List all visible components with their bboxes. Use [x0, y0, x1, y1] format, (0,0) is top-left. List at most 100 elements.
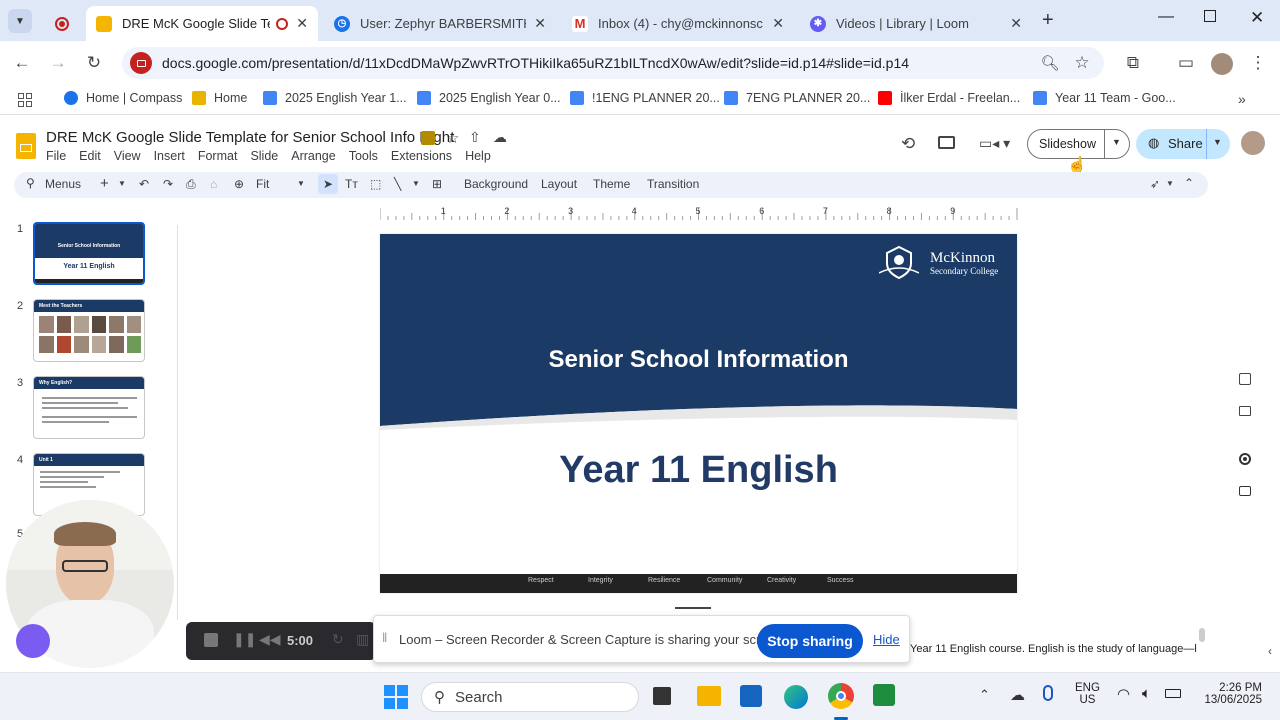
slideshow-button[interactable]: Slideshow — [1039, 137, 1096, 151]
cloud-status-icon[interactable]: ☁ — [493, 129, 507, 146]
layout-button[interactable]: Layout — [541, 177, 577, 191]
new-slide-dropdown-icon[interactable]: ▼ — [118, 179, 126, 188]
menu-slide[interactable]: Slide — [250, 149, 278, 163]
share-dropdown-icon[interactable]: ▼ — [1213, 137, 1222, 147]
more-icon[interactable]: ⋮ — [1246, 51, 1270, 75]
menu-tools[interactable]: Tools — [349, 149, 378, 163]
comments-icon[interactable] — [938, 136, 955, 149]
slide-thumbnail[interactable]: Senior School Information Year 11 Englis… — [33, 222, 145, 285]
star-icon[interactable]: ☆ — [446, 129, 459, 147]
tab-search-button[interactable]: ▼ — [8, 9, 32, 33]
language-indicator[interactable]: ENG US — [1075, 682, 1100, 706]
wifi-icon[interactable]: ◠ — [1117, 685, 1130, 703]
pen-dropdown-icon[interactable]: ▼ — [1166, 179, 1174, 188]
menu-help[interactable]: Help — [465, 149, 491, 163]
meet-icon[interactable]: ▭◂ ▾ — [979, 135, 1010, 152]
bookmark-item[interactable]: !1ENG PLANNER 20... — [570, 91, 720, 105]
profile-avatar[interactable] — [1211, 53, 1233, 75]
loom-pill-icon[interactable] — [16, 624, 50, 658]
collapse-panel-icon[interactable]: ‹ — [1268, 644, 1272, 658]
file-explorer-icon[interactable] — [697, 686, 721, 706]
back-button[interactable]: ← — [10, 51, 34, 75]
site-info-icon[interactable] — [130, 52, 152, 74]
zoom-select[interactable]: Fit — [256, 177, 269, 191]
apps-icon[interactable] — [18, 93, 32, 107]
theme-button[interactable]: Theme — [593, 177, 630, 191]
more-bookmarks-icon[interactable]: » — [1238, 91, 1246, 107]
close-icon[interactable]: ✕ — [1010, 15, 1022, 32]
transition-button[interactable]: Transition — [647, 177, 699, 191]
close-icon[interactable]: ✕ — [296, 15, 308, 32]
slide-thumbnail[interactable]: Meet the Teachers — [33, 299, 145, 362]
windows-start-icon[interactable] — [384, 685, 408, 709]
print-icon[interactable]: ⎙ — [186, 177, 196, 192]
camera-icon[interactable] — [1239, 486, 1251, 496]
close-icon[interactable]: ✕ — [772, 15, 784, 32]
menu-arrange[interactable]: Arrange — [291, 149, 335, 163]
task-view-icon[interactable] — [653, 687, 671, 705]
hide-link[interactable]: Hide — [873, 632, 900, 647]
collapse-toolbar-icon[interactable]: ⌃ — [1184, 176, 1194, 190]
new-slide-button[interactable]: + — [100, 175, 109, 192]
menu-view[interactable]: View — [114, 149, 141, 163]
slides-logo[interactable] — [16, 133, 36, 159]
folder-icon[interactable] — [1239, 406, 1251, 416]
store-icon[interactable] — [740, 685, 762, 707]
menus-search[interactable]: Menus — [45, 177, 81, 191]
tab-slides[interactable]: DRE McK Google Slide Temp ✕ — [86, 6, 318, 41]
paint-format-icon[interactable]: ⌂ — [210, 177, 217, 191]
bookmark-item[interactable]: 2025 English Year 1... — [263, 91, 407, 105]
rewind-icon[interactable]: ◀◀ — [259, 631, 281, 648]
menu-extensions[interactable]: Extensions — [391, 149, 452, 163]
onedrive-icon[interactable]: ☁ — [1010, 686, 1025, 704]
bookmark-item[interactable]: Home — [192, 91, 247, 105]
menu-edit[interactable]: Edit — [79, 149, 101, 163]
trash-icon[interactable]: ▥ — [356, 631, 369, 648]
menu-insert[interactable]: Insert — [154, 149, 185, 163]
comment-add-icon[interactable]: ⊞ — [432, 177, 442, 191]
undo-icon[interactable]: ↶ — [139, 177, 149, 191]
line-icon[interactable]: ╲ — [394, 177, 401, 191]
account-avatar[interactable] — [1241, 131, 1265, 155]
bookmark-item[interactable]: Year 11 Team - Goo... — [1033, 91, 1176, 105]
bookmark-item[interactable]: 7ENG PLANNER 20... — [724, 91, 870, 105]
chrome-icon[interactable] — [828, 683, 854, 709]
share-button[interactable]: Share — [1168, 136, 1203, 151]
bookmark-item[interactable]: İlker Erdal - Freelan... — [878, 91, 1020, 105]
taskbar-search[interactable]: ⚲ Search — [421, 682, 639, 712]
show-hidden-icons[interactable]: ⌃ — [979, 687, 990, 703]
tab-gmail[interactable]: M Inbox (4) - chy@mckinnonsc.vic ✕ — [562, 6, 794, 41]
background-button[interactable]: Background — [464, 177, 528, 191]
zoom-dropdown-icon[interactable]: ▼ — [297, 179, 305, 188]
pen-icon[interactable]: ➶ — [1150, 177, 1160, 191]
notes-resize-handle[interactable] — [675, 607, 711, 609]
pause-button[interactable]: ❚❚ — [233, 631, 256, 648]
edge-icon[interactable] — [784, 685, 808, 709]
notes-scrollbar[interactable] — [1199, 628, 1205, 642]
bookmark-item[interactable]: Home | Compass — [64, 91, 182, 105]
restart-icon[interactable]: ↻ — [332, 631, 344, 648]
record-icon[interactable] — [1239, 453, 1251, 465]
address-bar[interactable]: docs.google.com/presentation/d/11xDcdDMa… — [122, 47, 1104, 79]
drag-handle-icon[interactable]: ‖ — [382, 630, 387, 645]
slide-thumbnail[interactable]: Why English? — [33, 376, 145, 439]
tab-loom[interactable]: ✱ Videos | Library | Loom ✕ — [800, 6, 1032, 41]
classroom-icon[interactable] — [873, 684, 895, 706]
move-icon[interactable]: ⇧ — [469, 129, 481, 146]
slides-badge-icon[interactable] — [421, 131, 435, 145]
redo-icon[interactable]: ↷ — [163, 177, 173, 191]
tab-compass[interactable]: ◷ User: Zephyr BARBERSMITH | C ✕ — [324, 6, 556, 41]
select-tool-icon[interactable]: ➤ — [318, 174, 338, 194]
close-window-button[interactable]: ✕ — [1250, 8, 1264, 28]
clock[interactable]: 2:26 PM 13/06/2025 — [1198, 682, 1262, 706]
extensions-icon[interactable]: ⧉ — [1121, 51, 1145, 75]
image-icon[interactable]: ⬚ — [370, 177, 381, 191]
slideshow-dropdown-icon[interactable]: ▼ — [1112, 137, 1121, 147]
menu-format[interactable]: Format — [198, 149, 238, 163]
slide-canvas[interactable]: McKinnon Secondary College Senior School… — [380, 234, 1017, 593]
zoom-icon[interactable]: ⊕ — [234, 177, 244, 191]
line-dropdown-icon[interactable]: ▼ — [412, 179, 420, 188]
new-tab-button[interactable]: + — [1042, 9, 1054, 32]
menu-file[interactable]: File — [46, 149, 66, 163]
recording-tab[interactable] — [44, 6, 80, 41]
